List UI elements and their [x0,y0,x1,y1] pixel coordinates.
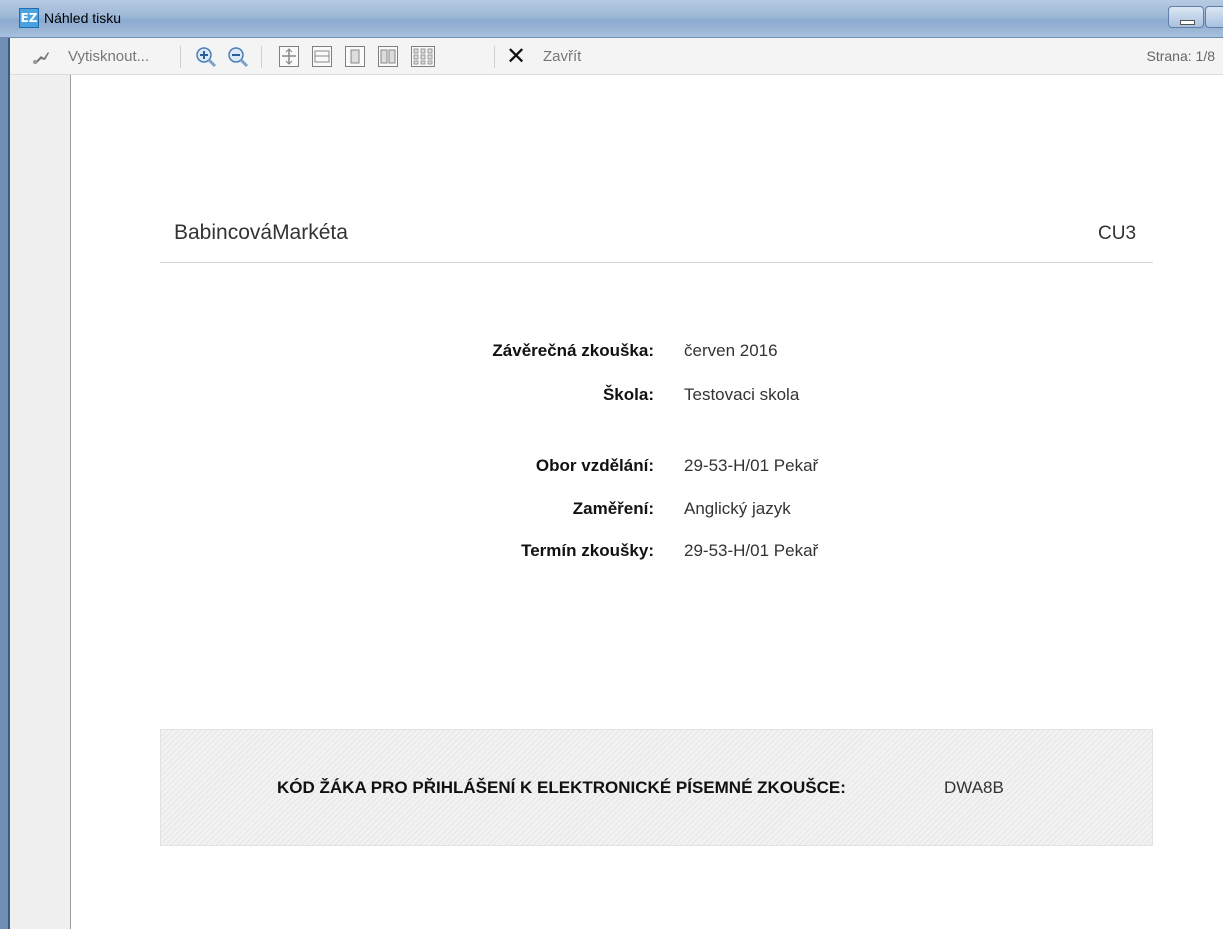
page-width-icon[interactable] [312,46,332,67]
fit-page-icon[interactable] [279,46,299,67]
info-row-focus: Zaměření: [0,499,654,521]
zoom-out-icon[interactable] [227,46,249,68]
page-indicator: Strana: 1/8 [1146,48,1216,64]
field-label: Škola: [602,385,654,404]
field-value: Anglický jazyk [684,499,791,518]
close-icon: ✕ [506,42,527,70]
student-name: BabincováMarkéta [174,221,348,244]
field-label: Závěrečná zkouška: [492,341,654,360]
header-divider [160,262,1153,263]
info-row-field-of-study-value: 29-53-H/01 Pekař [684,456,1084,478]
info-row-exam: Závěrečná zkouška: [0,341,654,363]
class-code: CU3 [1098,223,1137,244]
print-icon [32,49,50,65]
field-label: Termín zkoušky: [521,541,654,560]
single-page-icon[interactable] [345,46,365,67]
close-label: Zavřít [543,48,582,65]
print-label: Vytisknout... [68,48,150,65]
window-titlebar: EZ Náhled tisku [0,0,1223,38]
preview-toolbar: Vytisknout... ✕ Zavřít Strana: 1/8 [10,38,1223,75]
toolbar-separator [494,46,495,68]
info-row-exam-date: Termín zkoušky: [0,541,654,563]
login-code-label: KÓD ŽÁKA PRO PŘIHLÁŠENÍ K ELEKTRONICKÉ P… [277,778,846,797]
info-row-focus-value: Anglický jazyk [684,499,1084,521]
info-row-exam-value: červen 2016 [684,341,1084,363]
toolbar-separator [261,46,262,68]
two-pages-icon[interactable] [378,46,398,67]
field-value: 29-53-H/01 Pekař [684,541,819,560]
window-frame-left [0,38,10,929]
field-value: Testovaci skola [684,385,800,404]
field-value: 29-53-H/01 Pekař [684,456,819,475]
toolbar-separator [180,46,181,68]
app-icon: EZ [19,8,39,28]
minimize-button[interactable] [1168,6,1204,28]
info-row-exam-date-value: 29-53-H/01 Pekař [684,541,1084,563]
info-row-school-value: Testovaci skola [684,385,1084,407]
multi-page-icon[interactable] [411,46,435,67]
window-title: Náhled tisku [44,10,122,26]
field-label: Zaměření: [572,499,654,518]
login-code-value: DWA8B [944,778,1004,797]
zoom-in-icon[interactable] [195,46,217,68]
field-value: červen 2016 [684,341,778,360]
info-row-school: Škola: [0,385,654,407]
info-row-field-of-study: Obor vzdělání: [0,456,654,478]
field-label: Obor vzdělání: [535,456,654,475]
maximize-button[interactable] [1205,6,1223,28]
